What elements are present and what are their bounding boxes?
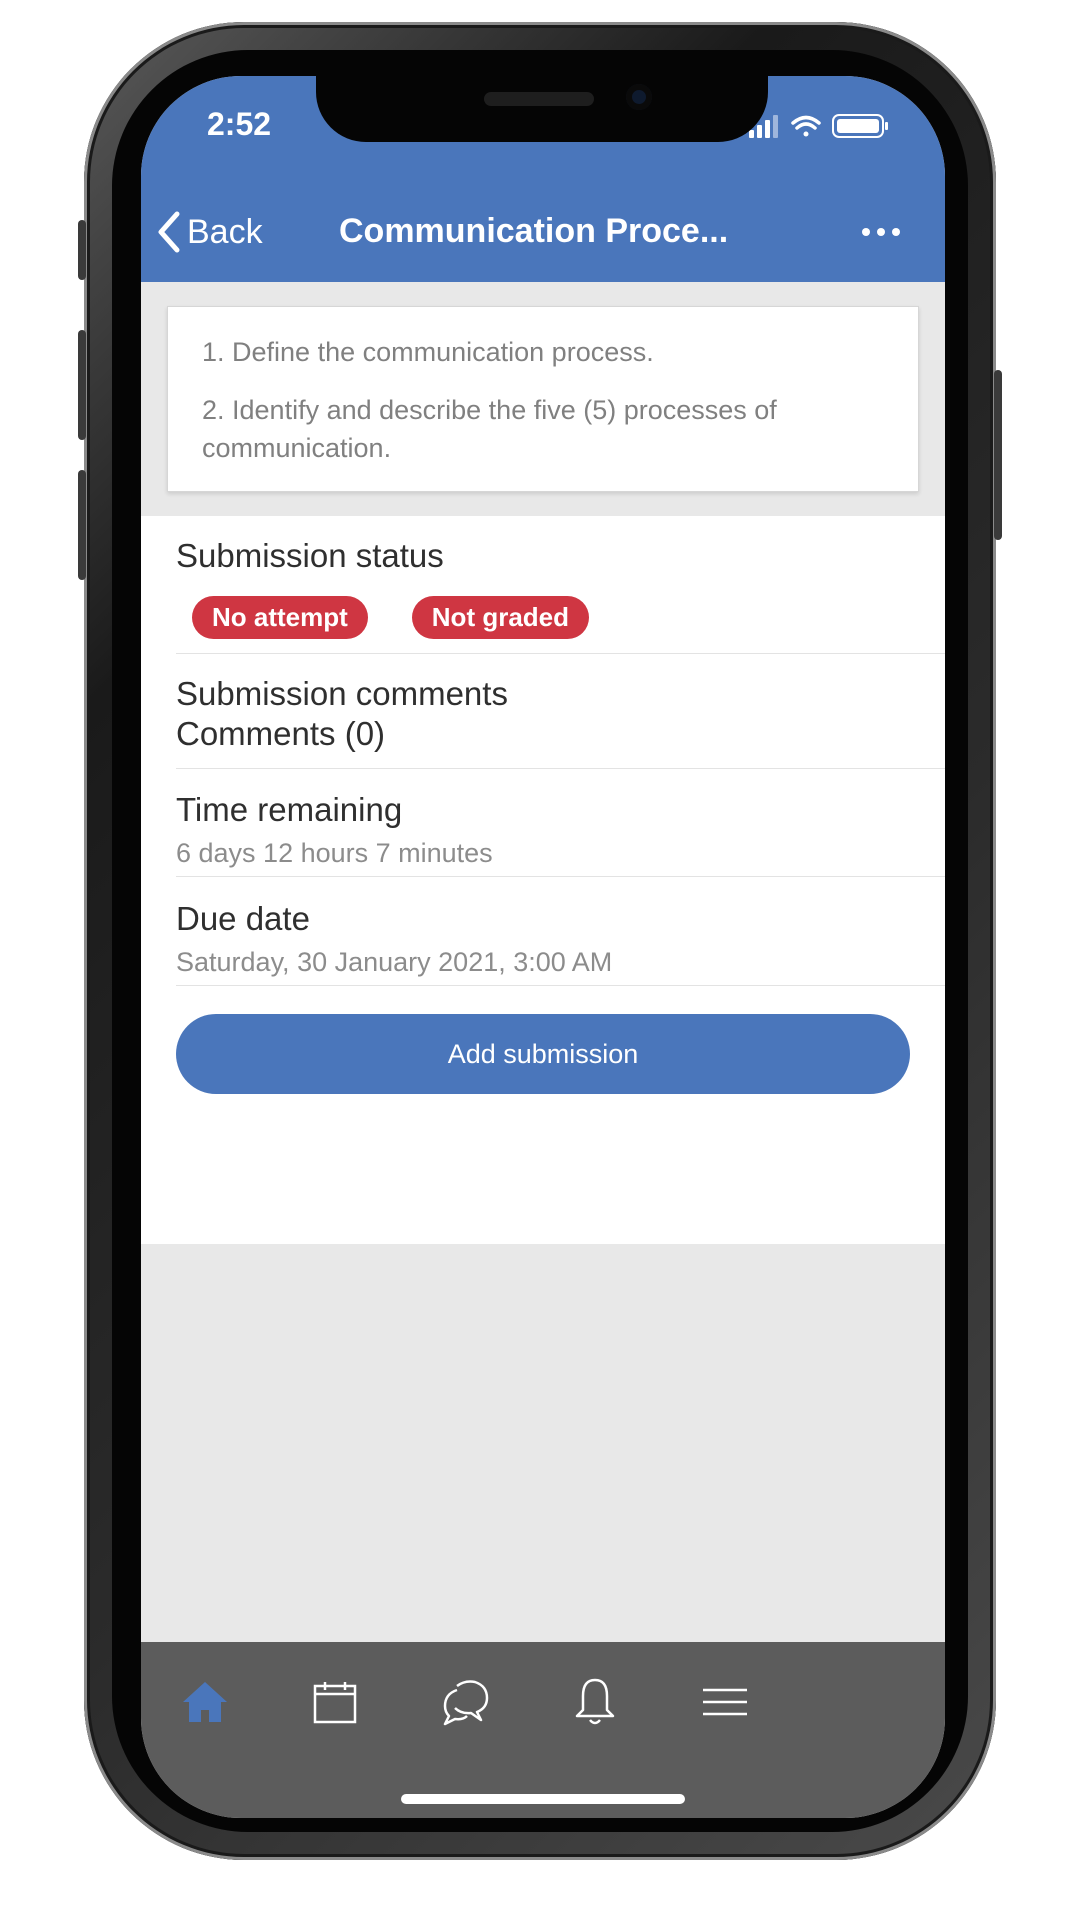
tab-calendar[interactable]: [305, 1672, 365, 1732]
nav-bar: Back Communication Proce...: [141, 182, 945, 282]
more-button[interactable]: [851, 216, 911, 248]
add-submission-button[interactable]: Add submission: [176, 1014, 910, 1094]
back-label: Back: [187, 212, 263, 251]
messages-icon: [443, 1680, 489, 1726]
wifi-icon: [791, 115, 821, 137]
description-item-2: 2. Identify and describe the five (5) pr…: [202, 395, 777, 463]
due-date-label: Due date: [176, 900, 310, 937]
home-indicator[interactable]: [401, 1794, 685, 1804]
notch: [316, 76, 768, 142]
status-icons-svg: [749, 114, 888, 138]
comments-count[interactable]: Comments (0): [176, 714, 945, 754]
battery-icon: [832, 114, 888, 138]
assignment-description: 1. Define the communication process. 2. …: [167, 306, 919, 492]
home-icon: [183, 1682, 227, 1722]
status-badge-grading: Not graded: [411, 596, 590, 639]
back-button[interactable]: Back: [155, 208, 263, 256]
status-icons: [749, 110, 899, 140]
screen: 2:52 Back Communication Proce... 1. Defi…: [141, 76, 945, 1818]
submission-comments-label: Submission comments: [176, 675, 508, 712]
tab-messages[interactable]: [435, 1672, 495, 1732]
chevron-left-icon: [158, 211, 180, 253]
bottom-tab-bar: [141, 1642, 945, 1818]
power-button: [994, 370, 1002, 540]
due-date-value: Saturday, 30 January 2021, 3:00 AM: [176, 947, 613, 977]
time-remaining-section: Time remaining 6 days 12 hours 7 minutes: [176, 790, 945, 877]
submission-details: Submission status No attempt Not graded …: [141, 516, 945, 1244]
tab-menu[interactable]: [695, 1672, 755, 1732]
speaker: [484, 92, 594, 106]
notifications-icon: [575, 1678, 615, 1725]
tab-home[interactable]: [175, 1672, 235, 1732]
menu-icon: [703, 1688, 747, 1716]
volume-down-button: [78, 470, 86, 580]
submission-status-label: Submission status: [176, 537, 444, 574]
status-time: 2:52: [207, 106, 272, 142]
status-badges: No attempt Not graded: [192, 596, 945, 639]
more-icon: [862, 228, 900, 236]
page-title: Communication Proce...: [339, 212, 729, 250]
time-remaining-value: 6 days 12 hours 7 minutes: [176, 838, 493, 868]
calendar-icon: [313, 1682, 357, 1724]
submission-comments-section[interactable]: Submission comments Comments (0): [176, 674, 945, 769]
tab-notifications[interactable]: [565, 1672, 625, 1732]
front-camera: [626, 84, 652, 110]
time-remaining-label: Time remaining: [176, 791, 403, 828]
status-badge-attempt: No attempt: [192, 596, 368, 639]
header: 2:52 Back Communication Proce...: [141, 76, 945, 282]
due-date-section: Due date Saturday, 30 January 2021, 3:00…: [176, 899, 945, 986]
mute-switch: [78, 220, 86, 280]
submission-status-section: Submission status No attempt Not graded: [176, 536, 945, 654]
description-item-1: 1. Define the communication process.: [202, 337, 654, 367]
volume-up-button: [78, 330, 86, 440]
